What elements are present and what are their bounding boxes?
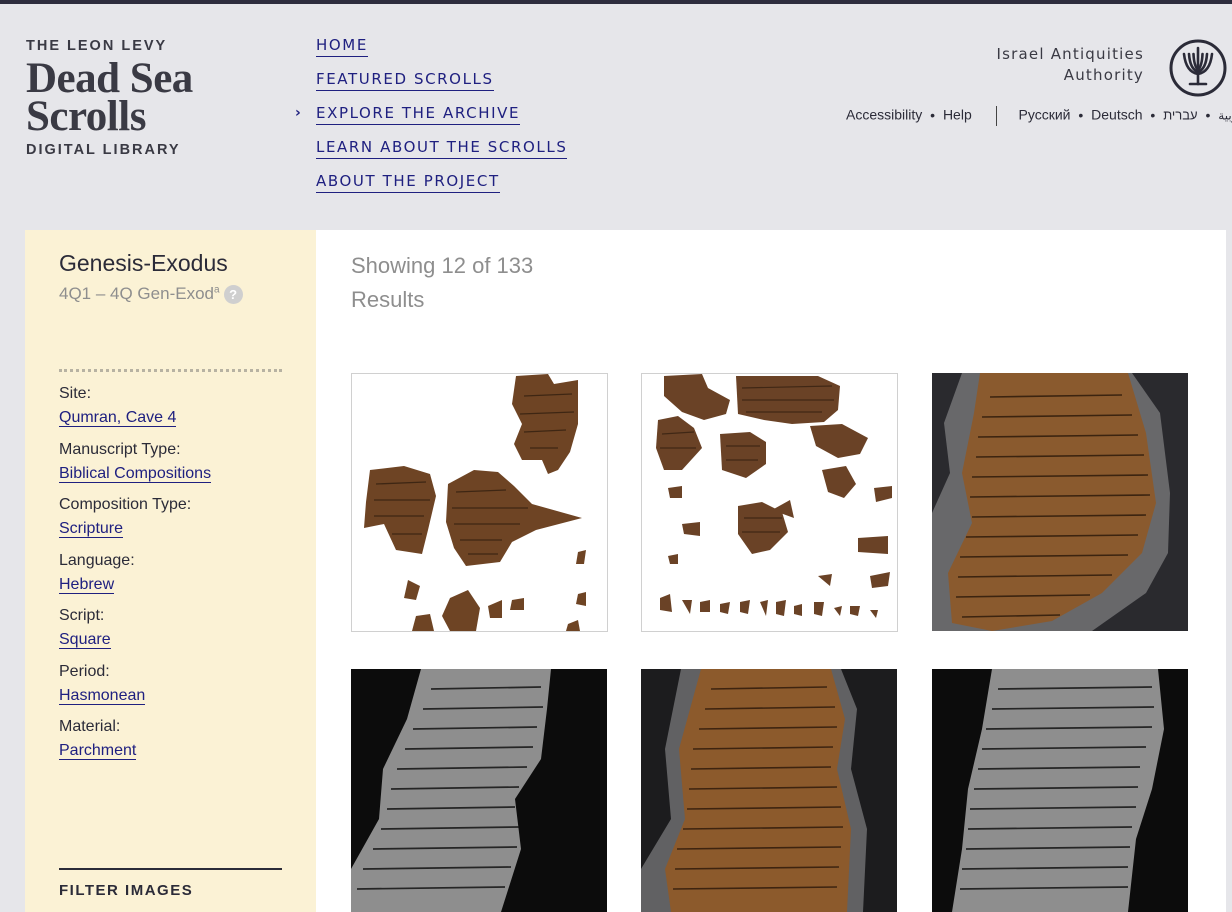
composition-type-link[interactable]: Scripture (59, 520, 124, 538)
fragment-image (364, 374, 586, 631)
authority-line-2: Authority (1063, 66, 1144, 84)
manuscript-properties: Site: Qumran, Cave 4 Manuscript Type: Bi… (59, 384, 212, 773)
property-site: Site: Qumran, Cave 4 (59, 385, 177, 427)
help-icon[interactable]: ? (223, 285, 243, 305)
scroll-thumbnail[interactable] (932, 373, 1188, 631)
scroll-thumbnail[interactable] (351, 669, 607, 912)
logo-line-4: DIGITAL LIBRARY (26, 142, 181, 158)
main-nav: HOME FEATURED SCROLLS › EXPLORE THE ARCHI… (295, 36, 568, 206)
manuscript-subtitle: 4Q1 – 4Q Gen-Exoda? (59, 284, 243, 305)
scroll-thumbnail[interactable] (641, 669, 897, 912)
nav-home[interactable]: HOME (316, 36, 567, 57)
material-link[interactable]: Parchment (59, 742, 137, 760)
nav-about-project[interactable]: ABOUT THE PROJECT (316, 172, 567, 193)
lang-german[interactable]: Deutsch (1091, 107, 1142, 123)
help-link[interactable]: Help (943, 107, 972, 123)
divider (995, 106, 997, 126)
fragment-image (932, 373, 1170, 631)
accessibility-link[interactable]: Accessibility (846, 107, 922, 123)
dotted-divider (59, 369, 282, 372)
scroll-thumbnail[interactable] (351, 373, 608, 632)
period-link[interactable]: Hasmonean (59, 686, 146, 705)
fragment-image (952, 669, 1164, 912)
filter-divider (59, 868, 282, 870)
lang-russian[interactable]: Русский (1019, 107, 1071, 123)
nav-learn-about-scrolls[interactable]: LEARN ABOUT THE SCROLLS (316, 138, 568, 159)
scroll-thumbnail[interactable] (641, 373, 898, 632)
lang-hebrew[interactable]: עברית (1163, 108, 1197, 123)
authority-name[interactable]: Israel Antiquities Authority (997, 44, 1144, 86)
authority-line-1: Israel Antiquities (996, 45, 1144, 63)
language-link[interactable]: Hebrew (59, 575, 115, 594)
fragment-image (656, 374, 892, 618)
utility-links: Accessibility • Help Русский • Deutsch •… (846, 106, 1232, 126)
active-chevron-icon: › (295, 105, 303, 121)
fragment-image (641, 669, 867, 912)
property-composition-type: Composition Type: Scripture (59, 496, 192, 538)
filter-images-heading[interactable]: FILTER IMAGES (59, 882, 193, 899)
property-manuscript-type: Manuscript Type: Biblical Compositions (59, 440, 212, 483)
logo-line-1: THE LEON LEVY (26, 38, 168, 54)
menorah-emblem-icon[interactable] (1168, 38, 1228, 98)
site-logo[interactable]: THE LEON LEVY Dead Sea Scrolls DIGITAL L… (26, 38, 246, 158)
logo-line-3: Scrolls (26, 93, 146, 140)
property-period: Period: Hasmonean (59, 662, 146, 705)
script-link[interactable]: Square (59, 631, 111, 649)
fragment-image (351, 669, 551, 912)
scroll-thumbnail[interactable] (932, 669, 1188, 912)
manuscript-type-link[interactable]: Biblical Compositions (59, 464, 212, 483)
top-bar (0, 0, 1232, 4)
property-language: Language: Hebrew (59, 551, 135, 594)
lang-arabic[interactable]: العربية (1218, 109, 1232, 123)
site-link[interactable]: Qumran, Cave 4 (59, 409, 177, 427)
nav-explore-archive[interactable]: › EXPLORE THE ARCHIVE (295, 104, 567, 125)
property-script: Script: Square (59, 607, 111, 649)
nav-featured-scrolls[interactable]: FEATURED SCROLLS (316, 70, 567, 91)
property-material: Material: Parchment (59, 718, 137, 760)
manuscript-title: Genesis-Exodus (59, 250, 228, 276)
results-count: Showing 12 of 133 Results (351, 253, 534, 312)
